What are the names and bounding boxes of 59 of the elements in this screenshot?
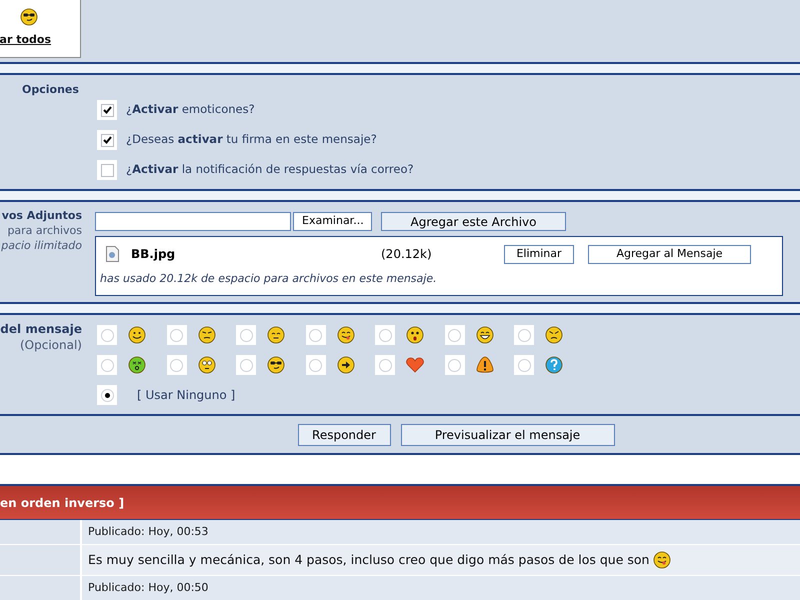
- option-label: ¿Activar emoticones?: [126, 101, 255, 118]
- add-file-button[interactable]: Agregar este Archivo: [381, 212, 566, 231]
- tongue-face-icon: [336, 326, 354, 344]
- rolling-eyes-face-icon: [198, 356, 216, 374]
- radio-button[interactable]: [309, 328, 322, 342]
- checkbox[interactable]: [100, 134, 114, 146]
- radio-button[interactable]: [448, 328, 461, 342]
- add-to-message-button[interactable]: Agregar al Mensaje: [588, 244, 751, 264]
- delete-button[interactable]: Eliminar: [504, 244, 574, 264]
- radio-button[interactable]: [100, 388, 114, 402]
- sleepy-face-icon: [267, 326, 285, 344]
- post-date: Publicado: Hoy, 00:50: [87, 580, 208, 596]
- radio-button[interactable]: [240, 358, 252, 372]
- section-sublabel: para archivos: [7, 223, 82, 238]
- quota-text: pacio ilimitado: [1, 238, 82, 253]
- section-label: Opciones: [22, 82, 79, 98]
- post-text: Es muy sencilla y mecánica, son 4 pasos, incluso creo que digo más pasos de los que son: [88, 550, 650, 569]
- radio-button[interactable]: [518, 358, 530, 372]
- radio-button[interactable]: [170, 328, 183, 342]
- file-input-field[interactable]: [95, 212, 291, 231]
- exclamation-icon: [476, 356, 494, 374]
- post-date: Publicado: Hoy, 00:53: [87, 524, 208, 540]
- radio-button[interactable]: [309, 358, 322, 372]
- review-title: en orden inverso ]: [0, 494, 124, 512]
- sick-face-icon: [128, 356, 146, 374]
- file-size: (20.12k): [381, 246, 433, 263]
- option-label: ¿Activar la notificación de respuestas vía correo?: [126, 161, 414, 178]
- usage-text: has usado 20.12k de espacio para archivos en este mensaje.: [100, 271, 438, 287]
- radio-button[interactable]: [378, 358, 392, 372]
- browse-button[interactable]: Examinar...: [293, 212, 372, 231]
- radio-button[interactable]: [378, 328, 392, 342]
- angry-face-icon: [545, 326, 563, 344]
- option-label: [ Usar Ninguno ]: [137, 387, 236, 404]
- radio-button[interactable]: [100, 328, 114, 342]
- file-name: BB.jpg: [131, 246, 176, 263]
- radio-button[interactable]: [518, 328, 530, 342]
- radio-button[interactable]: [240, 328, 252, 342]
- checkbox[interactable]: [100, 104, 114, 116]
- select-all-link[interactable]: ar todos: [0, 32, 51, 48]
- tongue-face-icon: [653, 551, 672, 569]
- smiley-icon: [128, 326, 146, 344]
- question-icon: [545, 356, 563, 374]
- preview-button[interactable]: Previsualizar el mensaje: [400, 424, 614, 446]
- option-label: ¿Deseas activar tu firma en este mensaje?: [126, 131, 377, 148]
- section-label: del mensaje: [0, 321, 82, 337]
- section-sublabel: (Opcional): [20, 337, 82, 353]
- sunglasses-face-icon: [20, 8, 38, 26]
- heart-icon: [406, 357, 424, 373]
- radio-button[interactable]: [170, 358, 183, 372]
- radio-button[interactable]: [448, 358, 461, 372]
- grin-face-icon: [476, 326, 494, 344]
- section-label: vos Adjuntos: [2, 208, 82, 223]
- frown-face-icon: [198, 326, 216, 344]
- sunglasses-face-icon: [267, 356, 285, 374]
- image-file-icon: [106, 246, 119, 262]
- checkbox[interactable]: [100, 164, 114, 176]
- surprised-face-icon: [406, 326, 424, 344]
- reply-button[interactable]: Responder: [298, 424, 390, 446]
- radio-button[interactable]: [100, 358, 114, 372]
